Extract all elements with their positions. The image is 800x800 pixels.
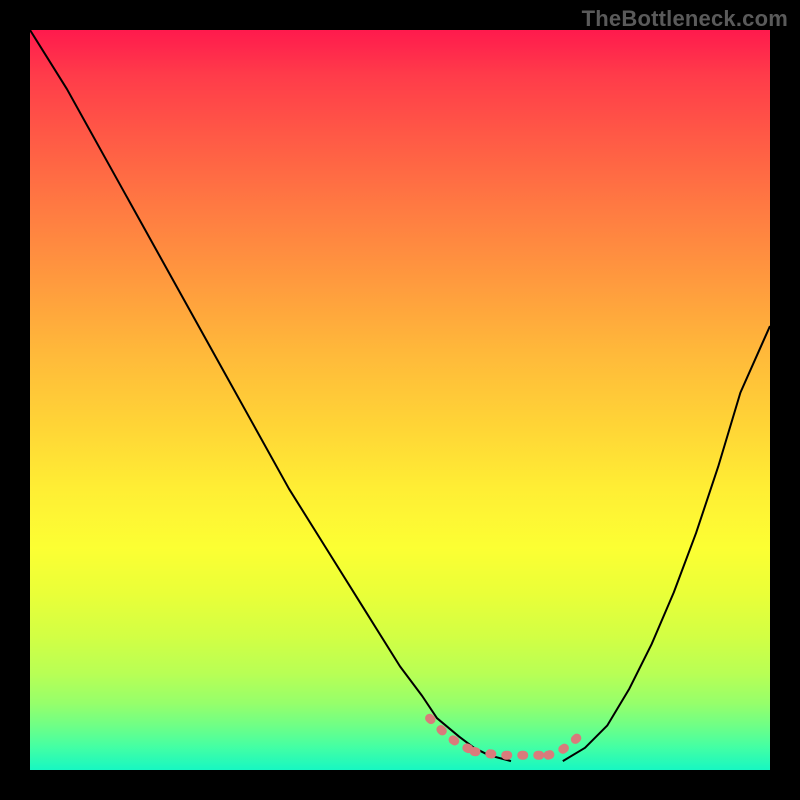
- curve-layer: [30, 30, 770, 770]
- series-black-curve-left: [30, 30, 511, 761]
- series-pink-left-end: [430, 718, 474, 751]
- watermark-text: TheBottleneck.com: [582, 6, 788, 32]
- chart-frame: TheBottleneck.com: [0, 0, 800, 800]
- series-black-curve-right: [563, 326, 770, 761]
- series-group: [30, 30, 770, 761]
- plot-area: [30, 30, 770, 770]
